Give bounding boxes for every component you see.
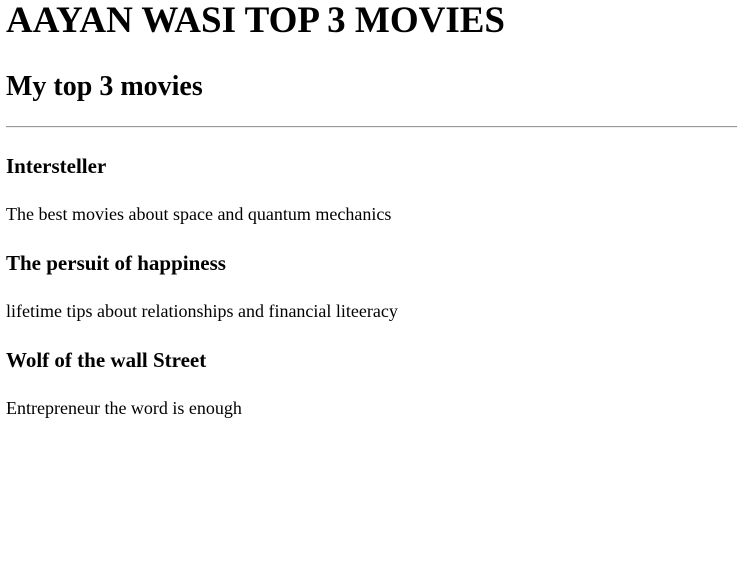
movie-title: Intersteller [6,154,107,178]
divider [6,126,737,128]
page-content: AAYAN WASI TOP 3 MOVIES My top 3 movies … [0,0,737,419]
page-subtitle: My top 3 movies [6,71,203,102]
movie-item: Intersteller The best movies about space… [6,154,737,225]
movie-description: lifetime tips about relationships and fi… [6,301,398,321]
movie-description: Entrepreneur the word is enough [6,398,242,418]
movie-title: Wolf of the wall Street [6,348,207,372]
movie-item: Wolf of the wall Street Entrepreneur the… [6,348,737,419]
movie-title: The persuit of happiness [6,251,226,275]
movie-item: The persuit of happiness lifetime tips a… [6,251,737,322]
movie-description: The best movies about space and quantum … [6,204,392,224]
page-title: AAYAN WASI TOP 3 MOVIES [6,0,505,41]
